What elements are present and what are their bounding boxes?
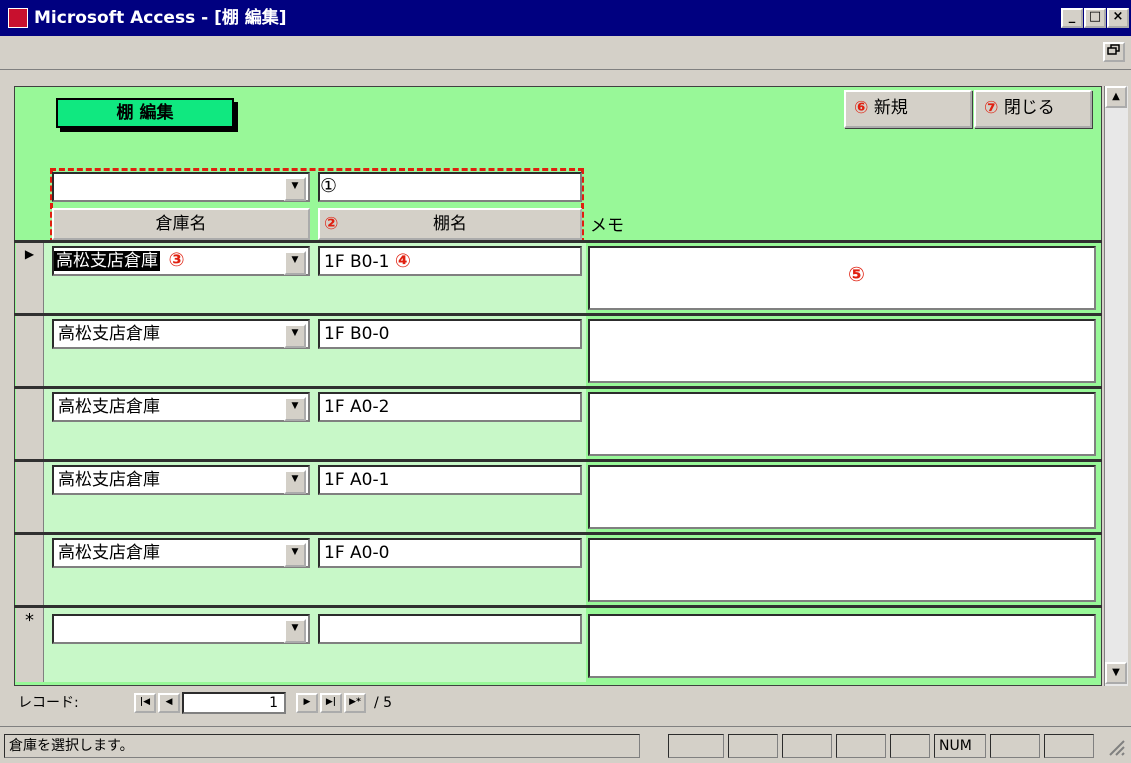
scroll-down-icon[interactable]: ▼ — [1105, 662, 1127, 684]
new-record-button[interactable]: ⑥ 新規 — [844, 90, 972, 128]
status-panel — [728, 734, 778, 758]
annotation-3: ③ — [168, 249, 185, 271]
warehouse-value: 高松支店倉庫 — [58, 324, 160, 344]
prev-record-icon[interactable]: ◀ — [158, 693, 180, 713]
status-panel — [836, 734, 886, 758]
column-header-memo: メモ — [590, 216, 624, 236]
chevron-down-icon[interactable]: ▼ — [284, 397, 306, 421]
close-window-button[interactable]: × — [1107, 8, 1129, 28]
record-number-input[interactable]: 1 — [182, 692, 286, 714]
record-selector[interactable] — [16, 389, 44, 460]
title-bar: Microsoft Access - [棚 編集] _ □ × — [0, 0, 1131, 36]
shelf-name-field[interactable]: 1F A0-1 — [318, 465, 582, 495]
status-message: 倉庫を選択します。 — [4, 734, 640, 758]
warehouse-value: 高松支店倉庫 — [54, 251, 160, 271]
chevron-down-icon[interactable]: ▼ — [284, 177, 306, 201]
warehouse-combo[interactable]: 高松支店倉庫 ▼ — [52, 392, 310, 422]
column-header-shelf-label: 棚名 — [433, 214, 467, 234]
warehouse-value — [54, 619, 58, 639]
chevron-down-icon[interactable]: ▼ — [284, 251, 306, 275]
first-record-icon[interactable]: |◀ — [134, 693, 156, 713]
last-record-icon[interactable]: ▶| — [320, 693, 342, 713]
restore-icon[interactable] — [1103, 42, 1125, 62]
chevron-down-icon[interactable]: ▼ — [284, 324, 306, 348]
memo-field[interactable] — [588, 319, 1096, 383]
resize-grip-icon[interactable] — [1106, 737, 1126, 757]
close-form-button[interactable]: ⑦ 閉じる — [974, 90, 1092, 128]
column-header-shelf: ② 棚名 — [318, 208, 582, 240]
num-lock-indicator: NUM — [934, 734, 986, 758]
status-bar: 倉庫を選択します。 NUM — [0, 726, 1131, 763]
warehouse-combo[interactable]: 高松支店倉庫 ▼ — [52, 465, 310, 495]
record-total: / 5 — [374, 695, 393, 711]
chevron-down-icon[interactable]: ▼ — [284, 543, 306, 567]
warehouse-value: 高松支店倉庫 — [58, 470, 160, 490]
warehouse-combo[interactable]: 高松支店倉庫 ▼ — [52, 538, 310, 568]
status-panel — [782, 734, 832, 758]
warehouse-value: 高松支店倉庫 — [58, 543, 160, 563]
record-selector[interactable] — [16, 462, 44, 533]
new-record-selector[interactable]: * — [16, 608, 44, 682]
warehouse-value: 高松支店倉庫 — [58, 397, 160, 417]
shelf-name-field[interactable]: 1F B0-1 ④ — [318, 246, 582, 276]
shelf-name-field[interactable]: 1F A0-2 — [318, 392, 582, 422]
record-selector[interactable] — [16, 535, 44, 606]
vertical-scrollbar[interactable]: ▲ ▼ — [1104, 86, 1128, 686]
chevron-down-icon[interactable]: ▼ — [284, 619, 306, 643]
annotation-5: ⑤ — [848, 262, 865, 286]
shelf-name-field[interactable] — [318, 614, 582, 644]
next-record-icon[interactable]: ▶ — [296, 693, 318, 713]
scroll-up-icon[interactable]: ▲ — [1105, 86, 1127, 108]
memo-field[interactable]: ⑤ — [588, 246, 1096, 310]
annotation-6: ⑥ — [854, 98, 869, 118]
memo-field[interactable] — [588, 392, 1096, 456]
new-record-icon[interactable]: ▶* — [344, 693, 366, 713]
memo-field[interactable] — [588, 465, 1096, 529]
chevron-down-icon[interactable]: ▼ — [284, 470, 306, 494]
record-label: レコード: — [18, 695, 79, 711]
shelf-name-value: 1F B0-1 — [324, 252, 390, 272]
annotation-2: ② — [324, 214, 339, 234]
annotation-1-label: ① — [320, 175, 338, 197]
annotation-7: ⑦ — [984, 98, 999, 118]
memo-field[interactable] — [588, 538, 1096, 602]
form-title: 棚 編集 — [56, 98, 234, 128]
status-panel — [1044, 734, 1094, 758]
record-selector[interactable] — [16, 316, 44, 387]
window-title: Microsoft Access - [棚 編集] — [34, 8, 287, 28]
minimize-button[interactable]: _ — [1061, 8, 1083, 28]
warehouse-combo[interactable]: 高松支店倉庫 ③ ▼ — [52, 246, 310, 276]
column-header-warehouse: 倉庫名 — [52, 208, 310, 240]
menu-strip — [0, 36, 1131, 70]
record-navigator: レコード: |◀ ◀ 1 ▶ ▶| ▶* / 5 — [14, 688, 1102, 718]
warehouse-combo[interactable]: ▼ — [52, 614, 310, 644]
annotation-4: ④ — [394, 250, 411, 272]
shelf-name-field[interactable]: 1F B0-0 — [318, 319, 582, 349]
status-panel — [890, 734, 930, 758]
warehouse-combo[interactable]: 高松支店倉庫 ▼ — [52, 319, 310, 349]
shelf-filter-field[interactable] — [318, 172, 582, 202]
close-button-label: 閉じる — [1003, 98, 1055, 118]
shelf-name-field[interactable]: 1F A0-0 — [318, 538, 582, 568]
maximize-button[interactable]: □ — [1084, 8, 1106, 28]
record-selector[interactable]: ▶ — [16, 243, 44, 314]
new-button-label: 新規 — [873, 98, 908, 118]
warehouse-filter-combo[interactable]: ▼ — [52, 172, 310, 202]
access-app-icon[interactable] — [8, 8, 28, 28]
status-panel — [668, 734, 724, 758]
status-panel — [990, 734, 1040, 758]
memo-field[interactable] — [588, 614, 1096, 678]
